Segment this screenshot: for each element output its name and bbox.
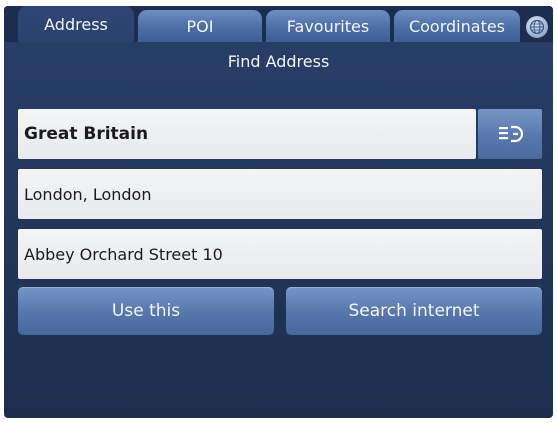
globe-button[interactable] [526, 16, 548, 38]
tab-coordinates[interactable]: Coordinates [394, 10, 520, 42]
tab-bar: Address POI Favourites Coordinates [4, 6, 553, 42]
page-title: Find Address [227, 52, 330, 71]
tab-address[interactable]: Address [18, 6, 134, 42]
city-field[interactable]: London, London [18, 169, 542, 219]
select-list-icon [499, 125, 523, 143]
country-field[interactable]: Great Britain [18, 109, 476, 159]
street-field[interactable]: Abbey Orchard Street 10 [18, 229, 542, 279]
tab-favourites[interactable]: Favourites [266, 10, 390, 42]
navigation-window: Address POI Favourites Coordinates Find … [4, 6, 553, 418]
search-internet-button[interactable]: Search internet [286, 287, 542, 335]
use-this-button[interactable]: Use this [18, 287, 274, 335]
country-select-button[interactable] [478, 109, 542, 159]
globe-icon [529, 19, 545, 35]
tab-poi[interactable]: POI [138, 10, 262, 42]
